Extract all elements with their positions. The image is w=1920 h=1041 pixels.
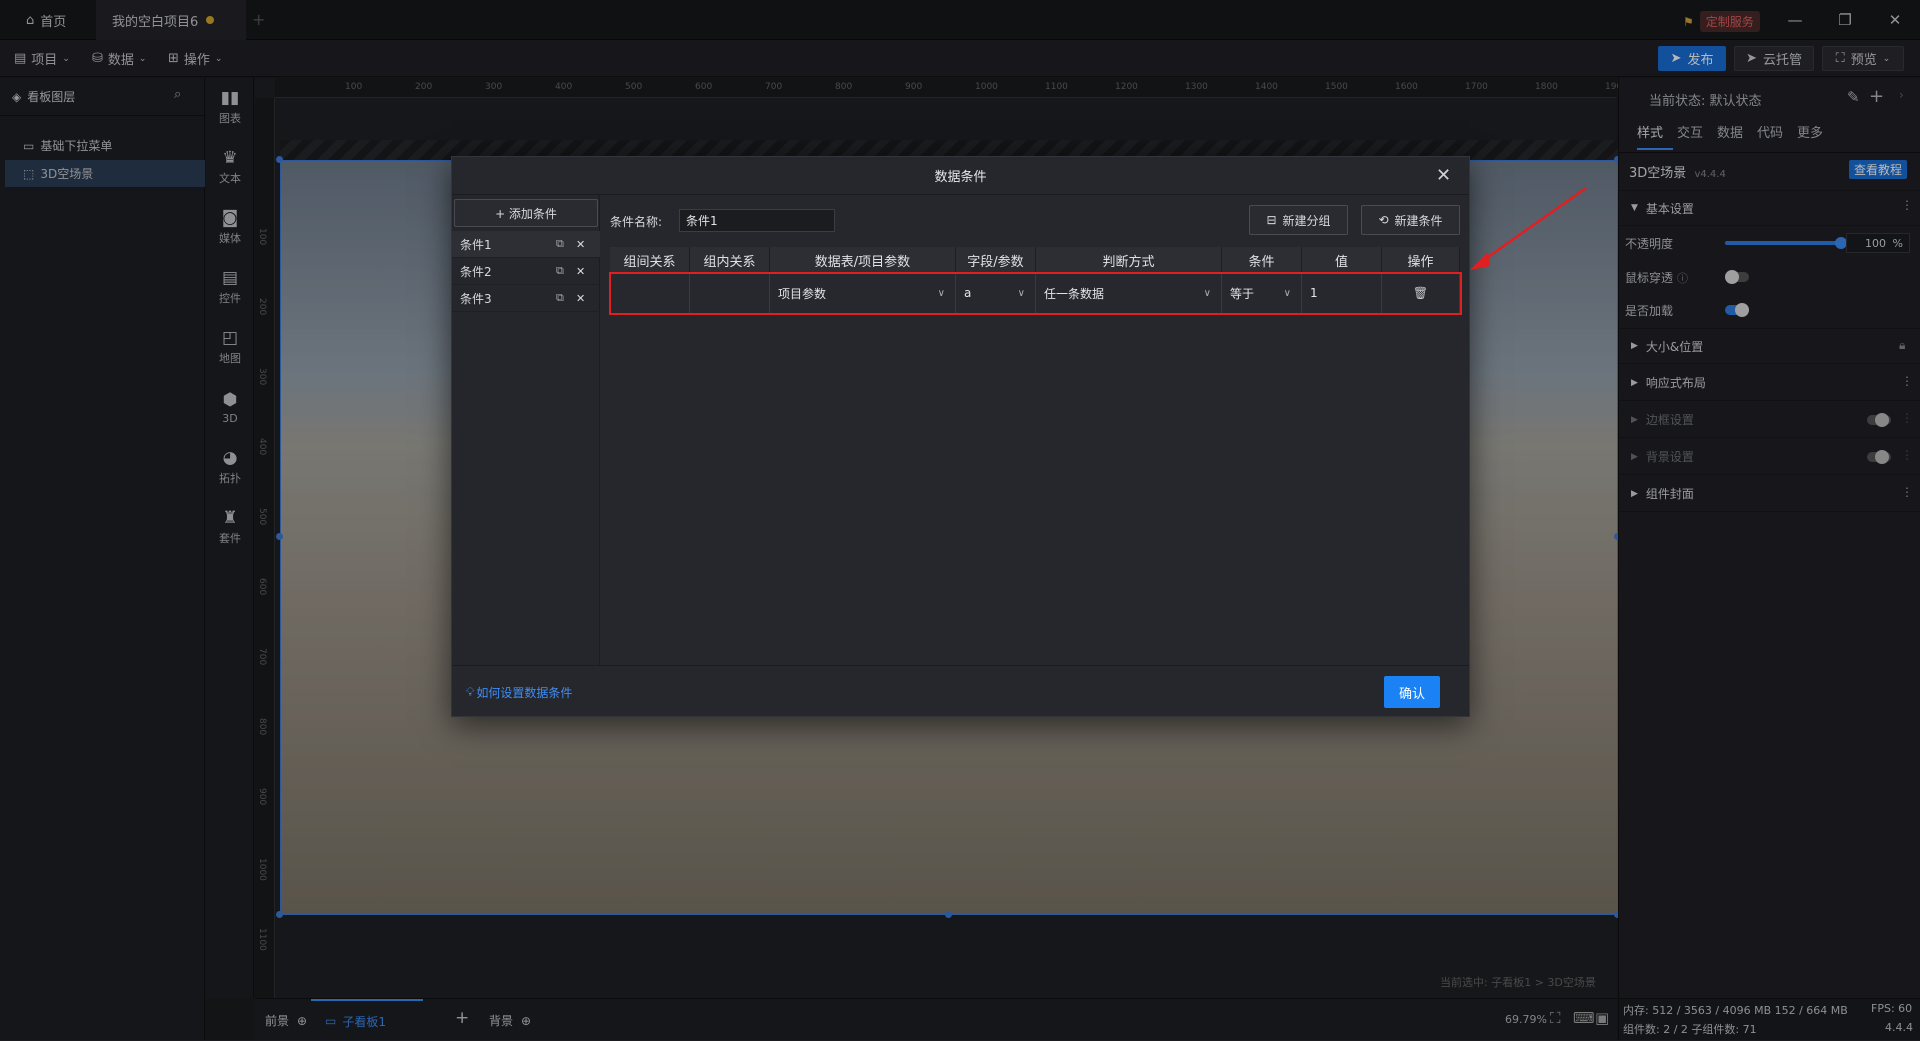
delete-x-icon[interactable]: ✕ bbox=[576, 292, 585, 305]
copy-icon[interactable]: ⧉ bbox=[556, 264, 564, 278]
group-icon: ⊟ bbox=[1266, 213, 1277, 227]
condition-label: 条件3 bbox=[460, 291, 492, 306]
condition-item[interactable]: 条件3 ⧉ ✕ bbox=[452, 285, 600, 312]
help-link[interactable]: 💡︎ 如何设置数据条件 bbox=[466, 684, 572, 701]
delete-x-icon[interactable]: ✕ bbox=[576, 265, 585, 278]
condition-label: 条件1 bbox=[460, 237, 492, 252]
new-group-button[interactable]: ⊟ 新建分组 bbox=[1249, 205, 1348, 235]
dialog-header: 数据条件 bbox=[452, 157, 1469, 195]
new-group-label: 新建分组 bbox=[1282, 213, 1331, 228]
copy-icon[interactable]: ⧉ bbox=[556, 291, 564, 305]
col-header: 数据表/项目参数 bbox=[770, 247, 956, 273]
col-header: 字段/参数 bbox=[956, 247, 1036, 273]
new-condition-icon: ⟲ bbox=[1378, 213, 1389, 227]
bulb-icon: 💡︎ bbox=[466, 685, 475, 699]
annotation-arrow-icon bbox=[1470, 186, 1587, 270]
condition-label: 条件2 bbox=[460, 264, 492, 279]
condition-item[interactable]: 条件1 ⧉ ✕ bbox=[452, 231, 600, 258]
help-link-label: 如何设置数据条件 bbox=[476, 686, 573, 700]
col-header: 组内关系 bbox=[690, 247, 770, 273]
close-icon[interactable]: ✕ bbox=[1436, 165, 1451, 186]
col-header: 组间关系 bbox=[610, 247, 690, 273]
dialog-footer: 💡︎ 如何设置数据条件 确认 bbox=[452, 665, 1469, 717]
dialog-title: 数据条件 bbox=[934, 170, 987, 185]
new-condition-label: 新建条件 bbox=[1394, 213, 1443, 228]
condition-name-input[interactable] bbox=[679, 209, 835, 232]
copy-icon[interactable]: ⧉ bbox=[556, 237, 564, 251]
condition-name-label: 条件名称: bbox=[610, 215, 663, 229]
add-condition-button[interactable]: + 添加条件 bbox=[454, 199, 598, 227]
confirm-button[interactable]: 确认 bbox=[1384, 676, 1440, 708]
col-header: 判断方式 bbox=[1036, 247, 1222, 273]
col-header: 操作 bbox=[1382, 247, 1460, 273]
data-condition-dialog: 数据条件 ✕ + 添加条件 条件1 ⧉ ✕ 条件2 ⧉ ✕ 条件3 ⧉ ✕ 条件… bbox=[451, 156, 1470, 717]
delete-x-icon[interactable]: ✕ bbox=[576, 238, 585, 251]
condition-list: + 添加条件 条件1 ⧉ ✕ 条件2 ⧉ ✕ 条件3 ⧉ ✕ bbox=[452, 195, 600, 665]
condition-item[interactable]: 条件2 ⧉ ✕ bbox=[452, 258, 600, 285]
new-condition-button[interactable]: ⟲ 新建条件 bbox=[1361, 205, 1460, 235]
highlight-box bbox=[609, 272, 1462, 315]
col-header: 值 bbox=[1302, 247, 1382, 273]
col-header: 条件 bbox=[1222, 247, 1302, 273]
